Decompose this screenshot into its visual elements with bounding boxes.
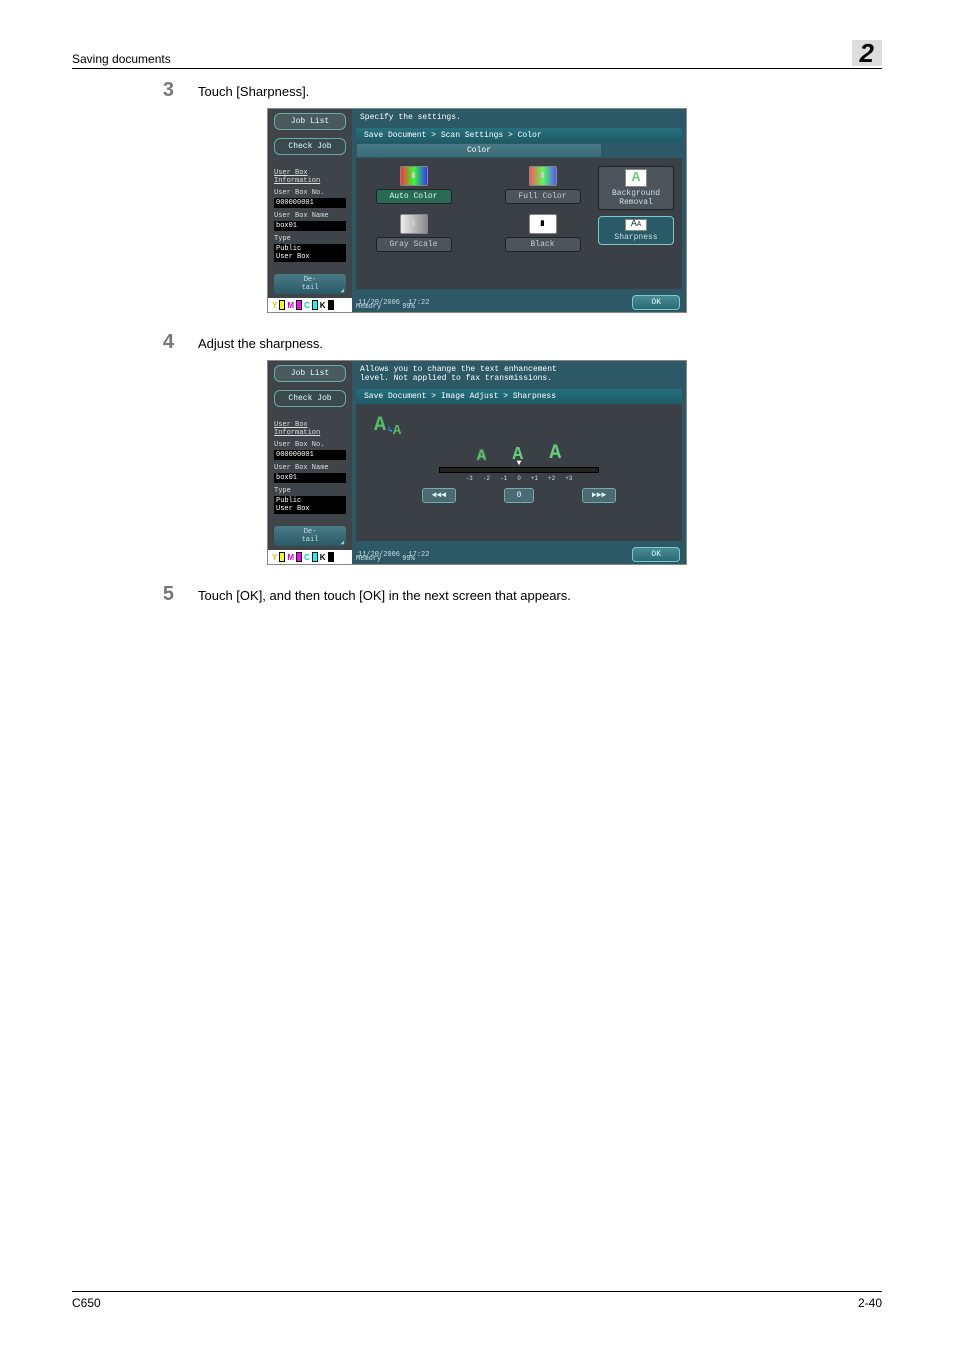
auto-color-icon: ∎ (400, 166, 428, 186)
info-title: User Box Information (274, 421, 346, 437)
user-box-no-label: User Box No. (274, 441, 346, 449)
background-removal-button[interactable]: A Background Removal (598, 166, 674, 210)
user-box-name-value: box01 (274, 473, 346, 483)
step-5: 5 Touch [OK], and then touch [OK] in the… (72, 583, 882, 606)
user-box-no-label: User Box No. (274, 189, 346, 197)
gray-scale-label: Gray Scale (376, 237, 452, 252)
job-list-button[interactable]: Job List (274, 113, 346, 130)
check-job-button[interactable]: Check Job (274, 390, 346, 407)
sharpness-label: Sharpness (614, 233, 657, 242)
tab-color[interactable]: Color (356, 143, 602, 158)
screenshot-color-settings: Job List Check Job User Box Information … (267, 108, 687, 313)
user-box-name-label: User Box Name (274, 212, 346, 220)
full-color-label: Full Color (505, 189, 581, 204)
user-box-info: User Box Information User Box No. 000000… (268, 165, 352, 270)
auto-color-label: Auto Color (376, 189, 452, 204)
black-option[interactable]: ∎ Black (493, 214, 592, 252)
ok-button[interactable]: OK (632, 295, 680, 310)
detail-button[interactable]: De- tail (274, 526, 346, 546)
job-list-button[interactable]: Job List (274, 365, 346, 382)
step-text: Adjust the sharpness. (198, 336, 323, 351)
full-color-icon: ∎ (529, 166, 557, 186)
page-number: 2-40 (858, 1296, 882, 1310)
type-value: Public User Box (274, 244, 346, 262)
type-label: Type (274, 235, 346, 243)
sharpness-icon: AA (625, 219, 647, 231)
a-icon: A (625, 169, 647, 187)
section-title: Saving documents (72, 52, 171, 66)
step-number: 5 (150, 583, 174, 606)
memory-value: 99% (402, 555, 415, 563)
black-icon: ∎ (529, 214, 557, 234)
page-footer: C650 2-40 (72, 1291, 882, 1310)
type-value: Public User Box (274, 496, 346, 514)
sharpness-value-button[interactable]: 0 (504, 488, 534, 503)
gray-scale-icon: ∎ (400, 214, 428, 234)
sharpness-track (439, 467, 599, 473)
memory-label: Memory (356, 303, 381, 311)
breadcrumb: Save Document > Image Adjust > Sharpness (356, 389, 682, 404)
memory-value: 99% (402, 303, 415, 311)
sharpness-preview-icon: A ↳A (374, 416, 674, 436)
toner-indicator: Y M C K (268, 550, 352, 564)
sharpness-ticks: -3 -2 -1 0 +1 +2 +3 (466, 475, 573, 482)
model-name: C650 (72, 1296, 101, 1310)
detail-button[interactable]: De- tail (274, 274, 346, 294)
screenshot-sharpness-adjust: Job List Check Job User Box Information … (267, 360, 687, 565)
step-3: 3 Touch [Sharpness]. (72, 79, 882, 102)
screen-heading: Specify the settings. (352, 109, 686, 126)
auto-color-option[interactable]: ∎ Auto Color (364, 166, 463, 204)
user-box-no-value: 000000001 (274, 198, 346, 208)
full-color-option[interactable]: ∎ Full Color (493, 166, 592, 204)
info-title: User Box Information (274, 169, 346, 185)
screen-heading: Allows you to change the text enhancemen… (352, 361, 686, 387)
check-job-button[interactable]: Check Job (274, 138, 346, 155)
step-text: Touch [OK], and then touch [OK] in the n… (198, 588, 571, 603)
user-box-info: User Box Information User Box No. 000000… (268, 417, 352, 522)
memory-label: Memory (356, 555, 381, 563)
background-removal-label: Background Removal (612, 189, 660, 207)
running-head: Saving documents 2 (72, 40, 882, 69)
user-box-name-label: User Box Name (274, 464, 346, 472)
black-label: Black (505, 237, 581, 252)
step-text: Touch [Sharpness]. (198, 84, 309, 99)
step-4: 4 Adjust the sharpness. (72, 331, 882, 354)
user-box-no-value: 000000001 (274, 450, 346, 460)
sharpness-increase-button[interactable]: ►►► (582, 488, 616, 503)
ok-button[interactable]: OK (632, 547, 680, 562)
step-number: 4 (150, 331, 174, 354)
breadcrumb: Save Document > Scan Settings > Color (356, 128, 682, 143)
toner-indicator: Y M C K (268, 298, 352, 312)
sharpness-decrease-button[interactable]: ◄◄◄ (422, 488, 456, 503)
gray-scale-option[interactable]: ∎ Gray Scale (364, 214, 463, 252)
user-box-name-value: box01 (274, 221, 346, 231)
sharpness-button[interactable]: AA Sharpness (598, 216, 674, 245)
chapter-number: 2 (852, 40, 882, 66)
step-number: 3 (150, 79, 174, 102)
type-label: Type (274, 487, 346, 495)
